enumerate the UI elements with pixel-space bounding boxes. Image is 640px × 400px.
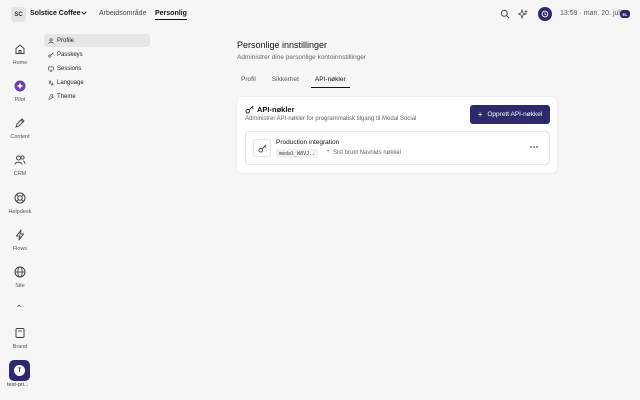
chevron-down-icon[interactable] [80,9,88,17]
more-options-icon[interactable] [530,145,538,149]
pen-icon [15,118,25,128]
language-badge[interactable]: EL [620,10,630,18]
clock-separator: · [579,10,582,17]
rail-item-helpdesk[interactable]: Helpdesk [0,192,40,215]
sidebar-label-theme: Theme [57,93,76,100]
tab-security[interactable]: Sikkerhet [268,74,303,88]
rail-label-brand: Brand [12,344,28,350]
sidebar-label-profile: Profile [57,37,75,44]
users-icon [14,155,26,165]
page-subtitle: Administrer dine personlige kontoinnstil… [237,54,366,61]
api-key-name: Production integration [276,139,340,146]
rail-item-content[interactable]: Content [0,117,40,140]
rail-label-flows: Flows [12,246,28,252]
api-keys-card-title: API-nøkler [245,105,295,114]
page-title: Personlige innstillinger [237,40,328,50]
tab-profile[interactable]: Profil [237,74,260,88]
api-key-prefix: medal_W8VJ.. [276,149,319,158]
rail-label-home: Home [12,60,28,66]
sidebar-item-passkeys[interactable]: Passkeys [44,48,150,61]
sidebar-item-theme[interactable]: Theme [44,90,150,103]
sparkles-icon[interactable] [518,9,528,19]
clock-date: man. 20. juli [583,10,622,17]
api-key-icon-box [253,139,271,157]
top-bar: SC Solstice Coffee Arbeidsområde Personl… [0,0,640,28]
app-tile[interactable]: T [9,360,30,381]
rail-label-pilot: Pilot [14,97,26,103]
user-icon [48,37,54,44]
lightning-icon [16,229,24,241]
pilot-icon [14,80,26,92]
plus-icon: + [477,110,483,119]
clock-time: 13:59 [560,10,578,17]
api-keys-card-subtitle: Administrer API-nøkler for programmatisk… [245,116,417,122]
api-key-last-used: Sist brukt Navnløs nøkkel [333,150,402,156]
tab-api-keys[interactable]: API-nøkler [310,74,350,88]
api-key-separator: • [327,149,330,155]
app-label: test-pri... [7,382,29,388]
lifebuoy-icon [14,192,26,204]
rail-item-crm[interactable]: CRM [0,154,40,177]
api-keys-card: API-nøkler Administrer API-nøkler for pr… [237,97,557,173]
sidebar-label-sessions: Sessions [57,65,82,72]
key-icon [48,52,54,58]
rail-item-home[interactable]: Home [0,43,40,66]
rail-label-content: Content [10,134,30,140]
book-icon [15,328,25,338]
monitor-icon [48,66,54,72]
search-icon[interactable] [500,9,510,19]
app-tile-letter: T [14,365,25,376]
rail-label-helpdesk: Helpdesk [8,209,32,215]
workspace-avatar[interactable]: SC [11,7,26,22]
sidebar-label-passkeys: Passkeys [57,51,83,58]
globe-icon [14,266,26,278]
create-api-key-button[interactable]: + Opprett API-nøkkel [470,105,550,124]
sidebar-label-language: Language [57,79,84,86]
translate-icon [48,80,54,86]
key-icon [257,144,266,153]
nav-workspace[interactable]: Arbeidsområde [99,10,146,17]
key-icon [245,105,254,114]
sidebar-item-sessions[interactable]: Sessions [44,62,150,75]
theme-icon [48,93,54,100]
home-icon [15,44,25,54]
rail-label-site: Site [15,283,25,289]
rail-label-crm: CRM [13,171,27,177]
clock: 13:59 · man. 20. juli [560,10,622,17]
rail-item-brand[interactable]: Brand [0,327,40,350]
rail-item-site[interactable]: Site [0,266,40,289]
chevron-up-icon[interactable] [15,302,23,310]
api-keys-title-text: API-nøkler [257,105,295,114]
settings-tabs: Profil Sikkerhet API-nøkler [237,74,358,88]
status-icon[interactable] [538,7,552,21]
rail-item-pilot[interactable]: Pilot [0,80,40,103]
sidebar-item-language[interactable]: Language [44,76,150,89]
api-key-row[interactable]: Production integration medal_W8VJ.. • Si… [245,131,550,165]
nav-personal[interactable]: Personlig [155,10,187,20]
create-api-key-label: Opprett API-nøkkel [487,111,543,118]
sidebar-item-profile[interactable]: Profile [44,34,150,47]
rail-item-flows[interactable]: Flows [0,229,40,252]
workspace-name[interactable]: Solstice Coffee [30,10,81,17]
